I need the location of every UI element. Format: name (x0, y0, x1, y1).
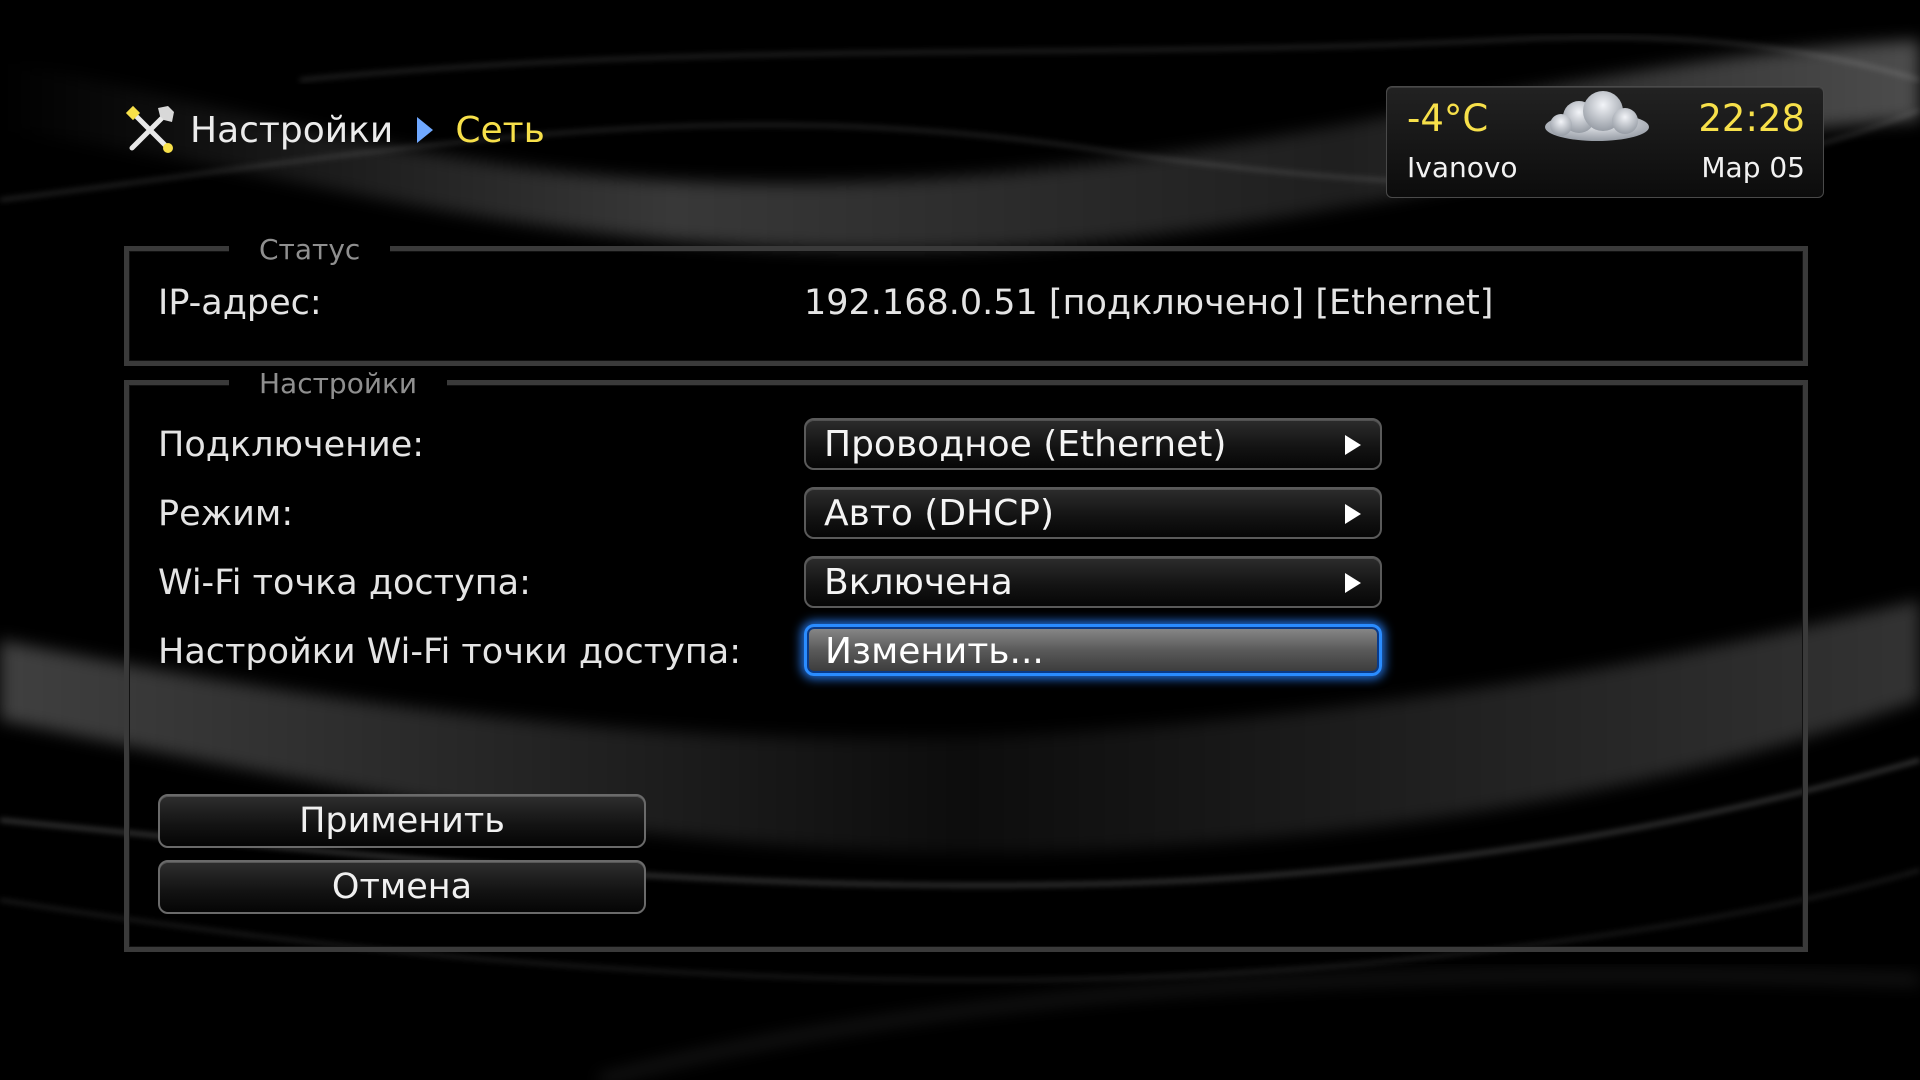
mode-label: Режим: (158, 494, 294, 534)
wifi-ap-value: Включена (824, 562, 1013, 603)
mode-select[interactable]: Авто (DHCP) (804, 487, 1382, 539)
mode-value: Авто (DHCP) (824, 493, 1055, 534)
connection-label: Подключение: (158, 425, 425, 465)
wifi-ap-settings-label: Настройки Wi-Fi точки доступа: (158, 632, 741, 672)
wifi-ap-settings-edit-button[interactable]: Изменить... (804, 624, 1382, 676)
arrow-right-icon (1345, 435, 1361, 455)
connection-value: Проводное (Ethernet) (824, 424, 1227, 465)
wifi-ap-settings-value: Изменить... (825, 631, 1044, 672)
weather-city: Ivanovo (1407, 151, 1518, 184)
status-legend: Статус (229, 233, 391, 267)
tools-icon (125, 105, 174, 153)
chevron-right-icon (417, 117, 434, 143)
arrow-right-icon (1345, 573, 1361, 593)
wifi-ap-select[interactable]: Включена (804, 556, 1382, 608)
settings-network-screen: Настройки Сеть -4°C 22:28 Ivanovo Мар 05… (0, 0, 1920, 1080)
ip-address-label: IP-адрес: (158, 283, 322, 323)
clock-time: 22:28 (1698, 97, 1805, 140)
clock-date: Мар 05 (1701, 151, 1805, 184)
apply-button[interactable]: Применить (158, 794, 646, 848)
ip-address-value: 192.168.0.51 [подключено] [Ethernet] (804, 283, 1494, 323)
breadcrumb: Настройки Сеть (124, 102, 545, 158)
settings-legend: Настройки (229, 367, 448, 401)
breadcrumb-current: Сеть (455, 109, 545, 151)
arrow-right-icon (1345, 504, 1361, 524)
wifi-ap-label: Wi-Fi точка доступа: (158, 563, 531, 603)
weather-widget: -4°C 22:28 Ivanovo Мар 05 (1386, 86, 1824, 198)
breadcrumb-root: Настройки (190, 109, 394, 151)
connection-select[interactable]: Проводное (Ethernet) (804, 418, 1382, 470)
weather-temperature: -4°C (1407, 97, 1489, 140)
cancel-button[interactable]: Отмена (158, 860, 646, 914)
cloud-icon (1545, 91, 1649, 141)
